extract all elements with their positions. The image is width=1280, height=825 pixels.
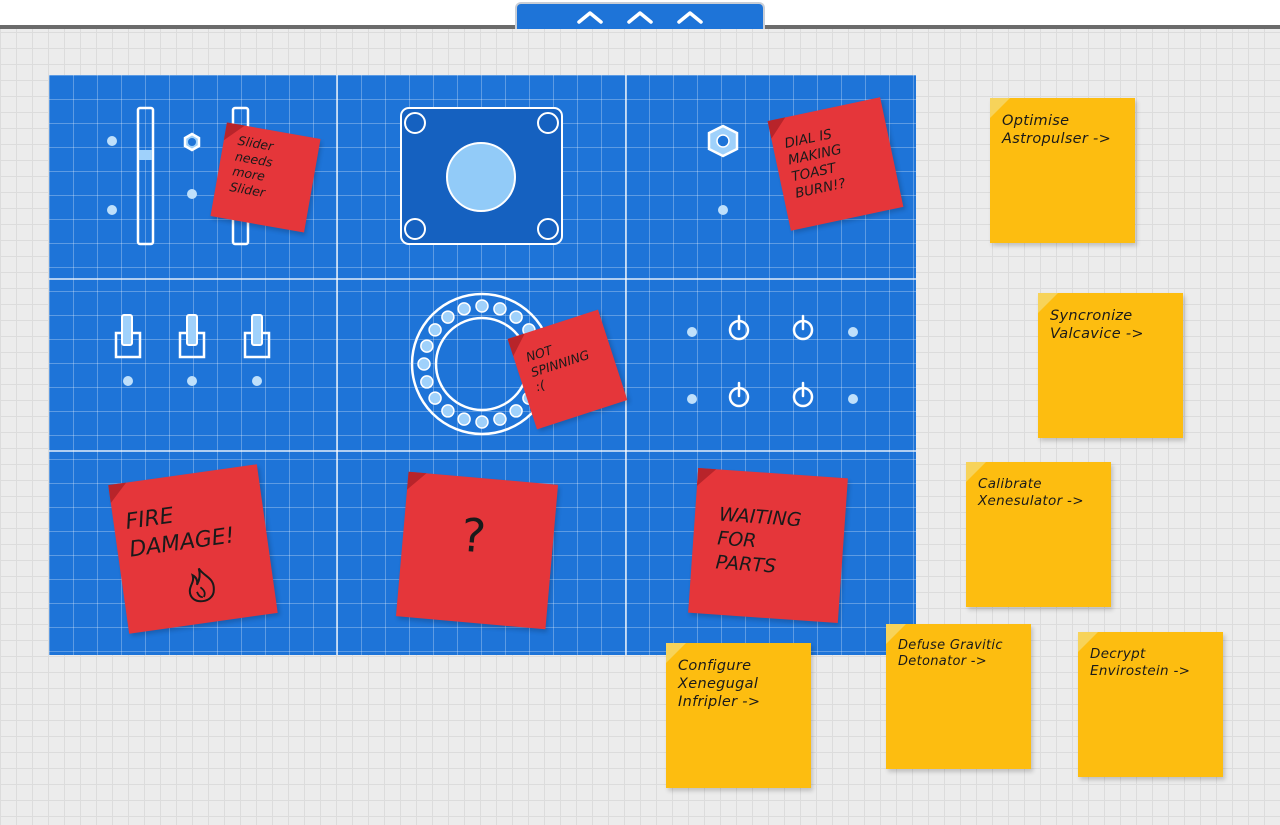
toggle-switch-module[interactable] <box>114 314 271 386</box>
bearing-ball <box>428 323 442 337</box>
bearing-ball <box>420 375 434 389</box>
task-note-decrypt[interactable]: Decrypt Envirostein -> <box>1078 632 1223 777</box>
power-switch-module[interactable] <box>728 314 814 408</box>
bearing-ball <box>457 302 471 316</box>
task-note-optimise[interactable]: Optimise Astropulser -> <box>990 98 1135 243</box>
bearing-ball <box>428 391 442 405</box>
bearing-ball <box>457 412 471 426</box>
bearing-ball <box>509 404 523 418</box>
bearing-ball <box>493 302 507 316</box>
task-configure-text: Configure Xenegugal Infripler -> <box>678 658 761 711</box>
note-slider-text: Slider needs more Slider <box>228 132 275 200</box>
task-defuse-text: Defuse Gravitic Detonator -> <box>898 638 1003 670</box>
bearing-ball <box>475 299 489 313</box>
task-note-defuse[interactable]: Defuse Gravitic Detonator -> <box>886 624 1031 769</box>
chevron-up-icon <box>627 10 653 24</box>
note-dial-text: DIAL IS MAKING TOAST BURN!? <box>783 126 848 202</box>
big-button-module[interactable] <box>400 107 563 245</box>
bearing-ball <box>420 339 434 353</box>
task-optimise-text: Optimise Astropulser -> <box>1002 113 1112 148</box>
fire-icon <box>188 567 215 603</box>
bearing-ball <box>475 415 489 429</box>
note-question[interactable]: ? <box>395 471 559 630</box>
note-waiting-text: WAITING FOR PARTS <box>714 503 803 578</box>
note-dial[interactable]: DIAL IS MAKING TOAST BURN!? <box>767 97 904 231</box>
dial-module[interactable] <box>707 124 739 215</box>
note-spin-text: NOT SPINNING :( <box>524 342 592 395</box>
note-waiting-parts[interactable]: WAITING FOR PARTS <box>688 467 848 624</box>
note-fire-text: FIRE DAMAGE! <box>123 503 237 563</box>
chevron-up-icon <box>577 10 603 24</box>
bearing-ball <box>417 357 431 371</box>
bearing-ball <box>493 412 507 426</box>
bearing-ball <box>441 310 455 324</box>
task-note-syncronize[interactable]: Syncronize Valcavice -> <box>1038 293 1183 438</box>
task-note-calibrate[interactable]: Calibrate Xenesulator -> <box>966 462 1111 607</box>
task-calibrate-text: Calibrate Xenesulator -> <box>978 476 1084 509</box>
note-fire-damage[interactable]: FIRE DAMAGE! <box>108 464 278 634</box>
bearing-ball <box>441 404 455 418</box>
note-slider[interactable]: Slider needs more Slider <box>210 122 321 233</box>
task-decrypt-text: Decrypt Envirostein -> <box>1090 646 1191 679</box>
task-note-configure[interactable]: Configure Xenegugal Infripler -> <box>666 643 811 788</box>
chevron-up-icon <box>677 10 703 24</box>
collapse-panel-tab[interactable] <box>515 2 765 29</box>
note-question-text: ? <box>458 507 489 564</box>
bearing-ball <box>509 310 523 324</box>
task-syncronize-text: Syncronize Valcavice -> <box>1050 308 1144 343</box>
